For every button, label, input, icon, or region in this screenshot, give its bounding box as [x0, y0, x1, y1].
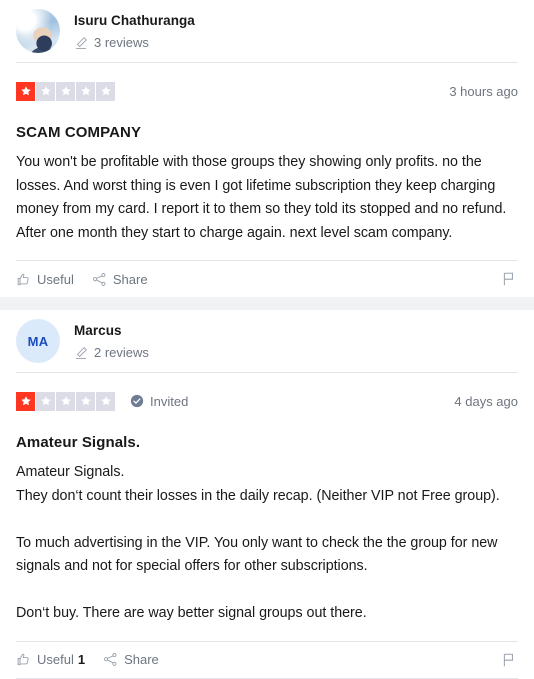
- useful-count: 1: [77, 652, 86, 667]
- review-timestamp: 3 hours ago: [449, 83, 518, 99]
- consumer-meta: Marcus 2 reviews: [74, 322, 149, 361]
- review-actions: Useful Share: [16, 261, 518, 297]
- consumer-info[interactable]: MA Marcus 2 reviews: [16, 310, 518, 372]
- star-icon-3: [56, 391, 75, 411]
- review-actions: Useful 1 Share: [16, 642, 518, 678]
- review-title[interactable]: Amateur Signals.: [16, 433, 518, 453]
- star-icon-5: [96, 81, 115, 101]
- share-label: Share: [112, 271, 148, 287]
- divider: [16, 677, 518, 679]
- star-icon-1: [16, 81, 35, 101]
- report-button[interactable]: [501, 271, 516, 287]
- star-icon-5: [96, 391, 115, 411]
- consumer-name[interactable]: Marcus: [74, 322, 149, 340]
- review-title[interactable]: SCAM COMPANY: [16, 123, 518, 143]
- report-button[interactable]: [501, 652, 516, 668]
- consumer-name[interactable]: Isuru Chathuranga: [74, 12, 195, 30]
- star-rating: [16, 81, 115, 101]
- review-list: Isuru Chathuranga 3 reviews 3 hours ago …: [0, 0, 534, 679]
- pencil-icon: [74, 346, 88, 360]
- thumbs-up-icon: [17, 653, 29, 666]
- star-icon-3: [56, 81, 75, 101]
- card-separator: [0, 297, 534, 310]
- review-body: Amateur Signals. They don‘t count their …: [16, 464, 500, 621]
- share-icon: [92, 272, 106, 286]
- star-icon-1: [16, 391, 35, 411]
- rating-row: Invited 4 days ago: [16, 373, 518, 416]
- review-timestamp: 4 days ago: [454, 393, 518, 409]
- star-rating: [16, 391, 115, 411]
- useful-label: Useful: [37, 271, 74, 287]
- useful-button[interactable]: Useful: [16, 272, 74, 287]
- review-body: You won't be profitable with those group…: [16, 154, 510, 241]
- share-icon: [104, 653, 117, 666]
- invited-badge: Invited: [130, 394, 188, 409]
- consumer-review-count-label: 3 reviews: [94, 34, 149, 50]
- consumer-meta: Isuru Chathuranga 3 reviews: [74, 12, 195, 51]
- avatar[interactable]: MA: [16, 319, 60, 363]
- star-icon-4: [76, 81, 95, 101]
- star-icon-2: [36, 81, 55, 101]
- check-circle-icon: [130, 394, 144, 408]
- invited-label: Invited: [150, 393, 189, 409]
- consumer-review-count: 3 reviews: [74, 35, 195, 51]
- share-button[interactable]: Share: [103, 652, 159, 667]
- star-icon-2: [36, 391, 55, 411]
- share-button[interactable]: Share: [92, 272, 148, 287]
- consumer-info[interactable]: Isuru Chathuranga 3 reviews: [16, 0, 518, 62]
- useful-label: Useful: [37, 652, 74, 667]
- share-label: Share: [124, 652, 159, 667]
- flag-icon: [503, 272, 513, 286]
- rating-row: 3 hours ago: [16, 63, 518, 106]
- review-card: Isuru Chathuranga 3 reviews 3 hours ago …: [0, 0, 534, 297]
- thumbs-up-icon: [17, 273, 29, 285]
- star-icon-4: [76, 391, 95, 411]
- pencil-icon: [74, 36, 88, 50]
- review-card: MA Marcus 2 reviews Invited 4 days ago A…: [0, 310, 534, 679]
- consumer-review-count-label: 2 reviews: [94, 344, 149, 360]
- avatar[interactable]: [16, 9, 60, 53]
- flag-icon: [503, 653, 513, 666]
- useful-button[interactable]: Useful 1: [16, 652, 85, 667]
- consumer-review-count: 2 reviews: [74, 345, 149, 361]
